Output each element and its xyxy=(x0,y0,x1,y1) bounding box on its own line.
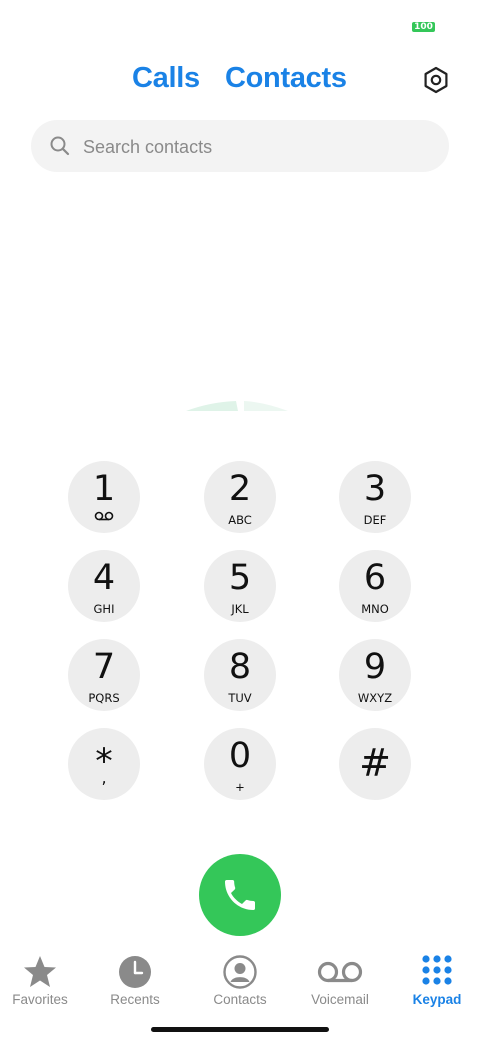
nav-voicemail[interactable]: Voicemail xyxy=(295,952,385,1014)
nav-contacts[interactable]: Contacts xyxy=(195,952,285,1014)
tab-contacts[interactable]: Contacts xyxy=(225,62,347,95)
key-star[interactable]: * , xyxy=(68,728,140,800)
nav-label: Keypad xyxy=(412,992,462,1007)
empty-state-illustration xyxy=(186,401,288,411)
key-digit: 9 xyxy=(363,647,387,687)
battery-indicator: 100 xyxy=(412,22,435,32)
person-icon xyxy=(223,955,257,989)
voicemail-icon xyxy=(317,961,363,983)
nav-keypad[interactable]: Keypad xyxy=(392,952,480,1014)
key-digit: 3 xyxy=(363,469,387,509)
key-6[interactable]: 6 MNO xyxy=(339,550,411,622)
voicemail-icon xyxy=(94,511,114,521)
nav-label: Voicemail xyxy=(311,992,369,1007)
clock-icon xyxy=(119,956,151,988)
key-letters: WXYZ xyxy=(357,691,393,705)
nav-label: Recents xyxy=(110,992,160,1007)
star-icon xyxy=(24,956,56,987)
key-letters: PQRS xyxy=(88,691,120,705)
key-letters: GHI xyxy=(93,602,115,616)
tab-calls[interactable]: Calls xyxy=(132,62,200,95)
key-hash[interactable]: # xyxy=(339,728,411,800)
search-bar[interactable] xyxy=(31,120,449,174)
key-digit: 0 xyxy=(228,736,252,776)
key-2[interactable]: 2 ABC xyxy=(204,461,276,533)
key-0[interactable]: 0 + xyxy=(204,728,276,800)
key-letters: + xyxy=(235,780,245,794)
key-digit: 7 xyxy=(92,647,116,687)
key-letters: JKL xyxy=(231,602,249,616)
key-digit: 8 xyxy=(228,647,252,687)
phone-icon xyxy=(225,880,255,910)
key-8[interactable]: 8 TUV xyxy=(204,639,276,711)
search-icon xyxy=(50,136,70,156)
nav-favorites[interactable]: Favorites xyxy=(0,952,85,1014)
key-digit: 5 xyxy=(228,558,252,598)
keypad-icon xyxy=(422,955,452,985)
key-letters: ABC xyxy=(228,513,252,527)
key-1[interactable]: 1 xyxy=(68,461,140,533)
key-7[interactable]: 7 PQRS xyxy=(68,639,140,711)
key-digit: 6 xyxy=(363,558,387,598)
key-9[interactable]: 9 WXYZ xyxy=(339,639,411,711)
key-letters: MNO xyxy=(361,602,389,616)
home-indicator[interactable] xyxy=(151,1027,329,1032)
nav-label: Contacts xyxy=(213,992,267,1007)
search-input[interactable] xyxy=(81,120,425,174)
key-3[interactable]: 3 DEF xyxy=(339,461,411,533)
key-5[interactable]: 5 JKL xyxy=(204,550,276,622)
nav-recents[interactable]: Recents xyxy=(90,952,180,1014)
nav-label: Favorites xyxy=(12,992,68,1007)
key-digit: # xyxy=(359,741,391,785)
settings-hexagon-icon[interactable] xyxy=(422,66,450,94)
key-letters: , xyxy=(101,768,107,787)
key-digit: 1 xyxy=(92,469,116,509)
key-digit: 2 xyxy=(228,469,252,509)
key-letters: TUV xyxy=(228,691,252,705)
key-digit: 4 xyxy=(92,558,116,598)
key-letters: DEF xyxy=(363,513,387,527)
call-button[interactable] xyxy=(199,854,281,936)
key-4[interactable]: 4 GHI xyxy=(68,550,140,622)
